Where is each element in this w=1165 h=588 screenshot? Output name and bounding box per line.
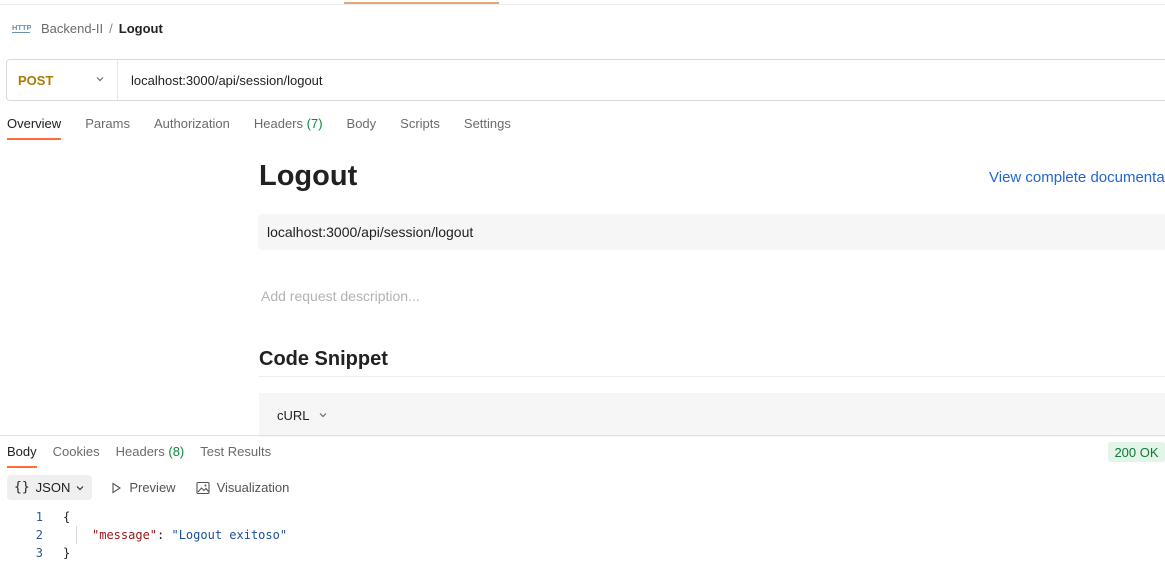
code-line: 1 { xyxy=(0,508,287,526)
json-separator: : xyxy=(157,528,172,542)
snippet-language-select[interactable]: cURL xyxy=(259,393,1165,437)
code-text: "message": "Logout exitoso" xyxy=(92,528,287,542)
chevron-down-icon xyxy=(75,483,85,493)
tab-body[interactable]: Body xyxy=(347,116,377,140)
line-number: 1 xyxy=(35,510,43,524)
tab-scripts[interactable]: Scripts xyxy=(400,116,440,140)
chevron-down-icon xyxy=(318,410,328,420)
method-label: POST xyxy=(18,72,54,88)
json-value: "Logout exitoso" xyxy=(171,528,288,542)
visualization-button[interactable]: Visualization xyxy=(196,480,289,495)
image-icon xyxy=(196,481,210,494)
tab-authorization[interactable]: Authorization xyxy=(154,116,230,140)
code-text: { xyxy=(63,510,71,524)
svg-text:HTTP: HTTP xyxy=(12,23,31,32)
snippet-divider xyxy=(259,376,1165,377)
response-toolbar: {} JSON Preview Visualization xyxy=(7,475,309,500)
format-label: JSON xyxy=(35,480,71,495)
breadcrumb-separator: / xyxy=(109,20,113,36)
method-select[interactable]: POST xyxy=(7,60,118,100)
response-body-editor[interactable]: 1 { 2 "message": "Logout exitoso" 3 } xyxy=(0,508,287,562)
code-line: 2 "message": "Logout exitoso" xyxy=(0,526,287,544)
headers-count: (7) xyxy=(306,116,323,131)
line-number: 3 xyxy=(35,546,43,560)
breadcrumb: HTTP Backend-II / Logout xyxy=(11,19,163,37)
doc-title: Logout xyxy=(259,160,358,192)
format-select[interactable]: {} JSON xyxy=(7,475,93,500)
indent-guide xyxy=(76,526,77,544)
tab-response-body[interactable]: Body xyxy=(7,444,37,468)
url-bar: POST xyxy=(6,59,1165,101)
breadcrumb-current[interactable]: Logout xyxy=(119,21,163,36)
response-headers-count: (8) xyxy=(168,444,185,459)
url-input[interactable] xyxy=(131,72,731,88)
code-text: } xyxy=(63,546,71,560)
tab-response-headers[interactable]: Headers (8) xyxy=(116,444,185,468)
top-divider xyxy=(0,4,1165,5)
status-badge[interactable]: 200 OK xyxy=(1108,442,1165,462)
request-tabs: Overview Params Authorization Headers (7… xyxy=(7,116,535,140)
chevron-down-icon xyxy=(95,71,105,89)
tab-test-results[interactable]: Test Results xyxy=(200,444,271,468)
tab-settings[interactable]: Settings xyxy=(464,116,511,140)
tab-response-cookies[interactable]: Cookies xyxy=(53,444,100,468)
tab-headers[interactable]: Headers (7) xyxy=(254,116,323,140)
view-docs-link[interactable]: View complete documentation xyxy=(989,169,1165,186)
breadcrumb-parent[interactable]: Backend-II xyxy=(41,21,103,36)
snippet-language: cURL xyxy=(277,407,310,423)
code-snippet-title: Code Snippet xyxy=(259,348,388,370)
response-divider[interactable] xyxy=(0,435,1165,436)
http-icon: HTTP xyxy=(11,21,31,35)
tab-params[interactable]: Params xyxy=(85,116,130,140)
code-line: 3 } xyxy=(0,544,287,562)
description-placeholder[interactable]: Add request description... xyxy=(261,288,420,304)
play-icon xyxy=(112,481,122,494)
json-key: "message" xyxy=(92,528,158,542)
line-number: 2 xyxy=(35,528,43,542)
braces-icon: {} xyxy=(14,480,30,495)
response-tabs: Body Cookies Headers (8) Test Results xyxy=(7,444,287,468)
tab-overview[interactable]: Overview xyxy=(7,116,62,140)
doc-url: localhost:3000/api/session/logout xyxy=(258,214,1165,250)
preview-button[interactable]: Preview xyxy=(110,480,176,495)
